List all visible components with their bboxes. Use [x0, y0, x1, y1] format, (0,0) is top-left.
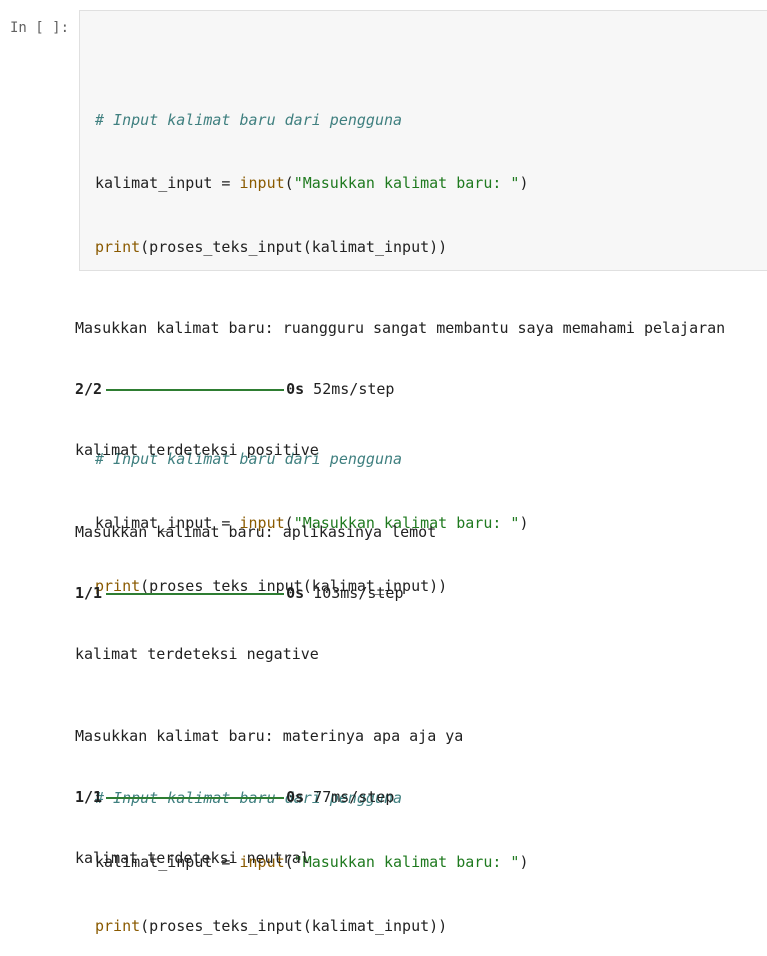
output-input-line: Masukkan kalimat baru: materinya apa aja… [75, 726, 464, 745]
progress-bar [106, 388, 285, 391]
code-fn: input [239, 174, 285, 193]
code-line-input: kalimat_input = input("Masukkan kalimat … [95, 173, 529, 194]
progress-line: 1/1 0s 77ms/step [75, 787, 725, 807]
code-paren: ( [284, 174, 294, 193]
progress-bar [106, 796, 285, 799]
progress-bar [106, 592, 285, 595]
step-rate: 103ms/step [304, 584, 404, 603]
step-time: 0s [286, 788, 305, 807]
step-count: 2/2 [75, 380, 103, 399]
code-fn: print [95, 238, 141, 257]
code-line-print: print(proses_teks_input(kalimat_input)) [95, 237, 529, 258]
step-time: 0s [286, 584, 305, 603]
step-rate: 52ms/step [304, 380, 395, 399]
code-fn: print [95, 916, 141, 935]
code-args: (proses_teks_input(kalimat_input)) [140, 916, 448, 935]
output-result: kalimat terdeteksi neutral [75, 849, 310, 868]
step-count: 1/1 [75, 584, 103, 603]
code-var: kalimat_input [95, 174, 213, 193]
progress-line: 2/2 0s 52ms/step [75, 379, 725, 399]
output-result: kalimat terdeteksi positive [75, 441, 319, 460]
code-comment: # Input kalimat baru dari pengguna [95, 110, 403, 129]
step-count: 1/1 [75, 788, 103, 807]
code-block-1: # Input kalimat baru dari pengguna kalim… [95, 67, 529, 300]
cell-output: Masukkan kalimat baru: ruangguru sangat … [75, 277, 725, 889]
cell-prompt: In [ ]: [10, 20, 70, 36]
step-time: 0s [286, 380, 305, 399]
output-result: kalimat terdeteksi negative [75, 645, 319, 664]
code-args: (proses_teks_input(kalimat_input)) [140, 238, 448, 257]
output-input-line: Masukkan kalimat baru: ruangguru sangat … [75, 318, 726, 337]
output-input-line: Masukkan kalimat baru: aplikasinya lemot [75, 522, 437, 541]
code-line-print: print(proses_teks_input(kalimat_input)) [95, 916, 529, 937]
code-string: "Masukkan kalimat baru: " [293, 174, 520, 193]
code-paren: ) [519, 174, 529, 193]
step-rate: 77ms/step [304, 788, 395, 807]
progress-line: 1/1 0s 103ms/step [75, 583, 725, 603]
code-op: = [212, 174, 240, 193]
